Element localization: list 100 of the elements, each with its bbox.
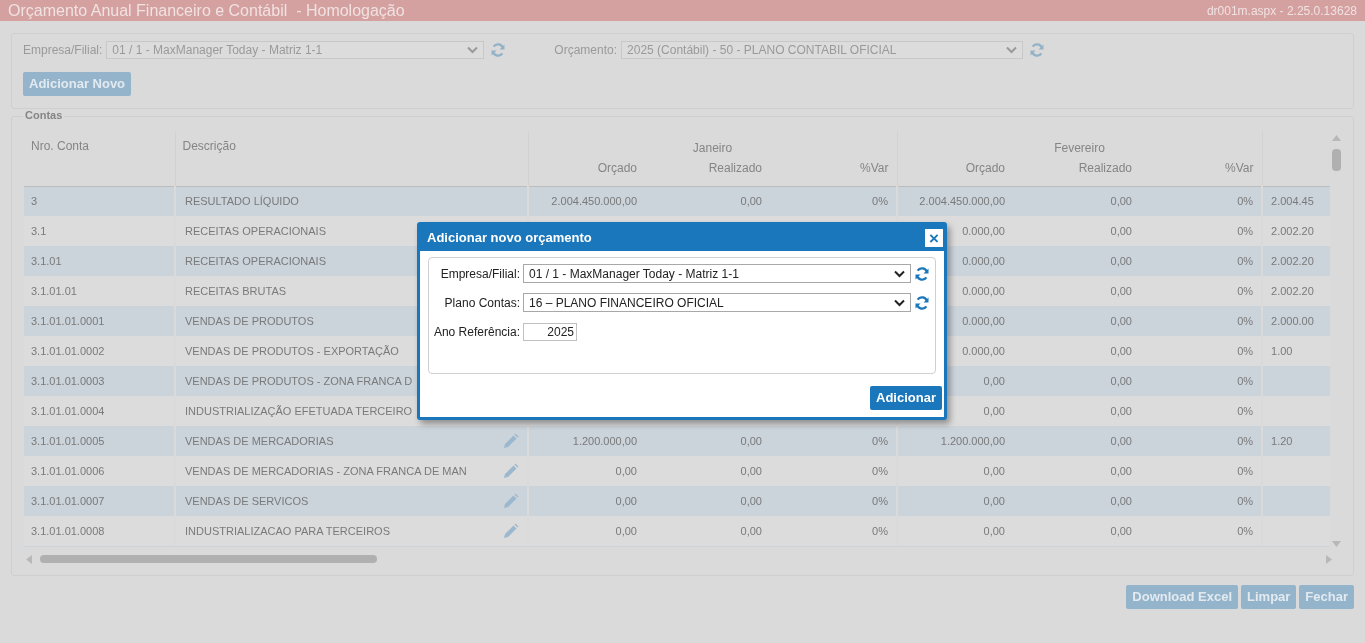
account-description: VENDAS DE PRODUTOS - ZONA FRANCA D (185, 373, 413, 389)
table-value: 0,00 (1110, 314, 1132, 327)
chevron-down-icon (1006, 46, 1018, 54)
dropdown[interactable]: 01 / 1 - MaxManager Today - Matriz 1-1 (523, 264, 911, 283)
account-number: 3.1.01.01.0006 (31, 464, 105, 477)
column-header: Orçado (965, 161, 1005, 175)
table-value: 0.000,00 (962, 284, 1005, 297)
pencil-icon[interactable] (502, 432, 519, 450)
table-value: 2.004.45 (1271, 195, 1314, 207)
table-value: 0.000,00 (962, 224, 1005, 237)
chevron-down-icon (894, 269, 905, 278)
table-value: 0% (1237, 344, 1254, 357)
footer-button[interactable]: Limpar (1241, 585, 1297, 609)
column-header: Realizado (1078, 161, 1132, 175)
table-value: 0% (872, 195, 888, 207)
account-number: 3.1.01.01.0005 (31, 434, 105, 447)
table-value: 0% (1237, 254, 1254, 267)
field-label: Empresa/Filial: (439, 265, 521, 283)
table-value: 0% (1237, 284, 1254, 297)
close-button[interactable]: × (925, 229, 943, 247)
chevron-down-icon (467, 46, 479, 54)
table-value: 0,00 (1110, 494, 1132, 507)
table-value: 1.20 (1271, 434, 1293, 447)
table-value: 0% (872, 464, 888, 477)
table-value: 2.002.20 (1271, 224, 1314, 237)
table-value: 0,00 (983, 374, 1005, 387)
pencil-icon[interactable] (502, 492, 519, 510)
horizontal-scrollbar[interactable] (26, 553, 1332, 565)
table-value: 0% (1237, 314, 1254, 327)
table-value: 0% (872, 434, 888, 447)
table-value: 0% (872, 524, 888, 537)
pencil-icon[interactable] (502, 522, 519, 540)
account-number: 3.1.01.01.0001 (31, 314, 105, 327)
account-description: RECEITAS BRUTAS (185, 283, 287, 299)
pencil-icon[interactable] (502, 462, 519, 480)
table-value: 0,00 (1110, 464, 1132, 477)
table-value: 0,00 (983, 404, 1005, 417)
add-new-button[interactable]: Adicionar Novo (23, 72, 132, 96)
account-number: 3.1.01.01.0002 (31, 344, 105, 357)
table-value: 0,00 (615, 524, 637, 537)
column-group-header: Janeiro (692, 140, 733, 155)
column-header: %Var (860, 161, 889, 175)
table-value: 2.002.20 (1271, 284, 1314, 297)
vertical-scrollbar[interactable] (1330, 135, 1342, 547)
table-value: 0,00 (983, 494, 1005, 507)
account-number: 3.1.01.01.0003 (31, 374, 105, 387)
account-description: RECEITAS OPERACIONAIS (185, 223, 326, 239)
account-description: VENDAS DE PRODUTOS - EXPORTAÇÃO (185, 343, 399, 359)
account-description: VENDAS DE MERCADORIAS (185, 433, 334, 449)
account-number: 3.1 (31, 224, 47, 237)
scroll-down-arrow-icon[interactable] (1331, 541, 1341, 547)
table-value: 0,00 (1110, 374, 1132, 387)
table-value: 0% (872, 494, 888, 507)
footer-button[interactable]: Download Excel (1126, 585, 1238, 609)
table-value: 0,00 (1110, 524, 1132, 537)
table-value: 2.000.00 (1271, 314, 1314, 327)
table-value: 0.000,00 (962, 314, 1005, 327)
table-value: 1.200.000,00 (572, 434, 637, 447)
field-label: Plano Contas: (443, 294, 521, 312)
refresh-icon[interactable] (914, 294, 930, 311)
field-label: Ano Referência: (432, 323, 521, 341)
table-value: 0,00 (1110, 404, 1132, 417)
table-value: 0,00 (740, 434, 762, 447)
table-value: 0,00 (740, 494, 762, 507)
scrollbar-thumb[interactable] (40, 555, 377, 563)
table-value: 0% (1237, 464, 1254, 477)
table-value: 0% (1237, 524, 1254, 537)
table-value: 0,00 (983, 464, 1005, 477)
account-description: INDUSTRIALIZACAO PARA TERCEIROS (185, 523, 390, 539)
refresh-icon[interactable] (914, 265, 930, 282)
table-value: 0% (1237, 224, 1254, 237)
column-group-header: Fevereiro (1054, 140, 1105, 155)
scroll-up-arrow-icon[interactable] (1331, 135, 1341, 141)
add-button[interactable]: Adicionar (870, 386, 942, 410)
filter-label: Orçamento: (554, 42, 618, 59)
account-number: 3.1.01.01 (31, 284, 77, 297)
column-header: Realizado (708, 161, 762, 175)
table-value: 0.000,00 (962, 344, 1005, 357)
scrollbar-thumb[interactable] (1331, 149, 1341, 171)
input-field[interactable]: 2025 (523, 322, 577, 341)
scroll-left-arrow-icon[interactable] (26, 554, 32, 564)
table-value: 0,00 (1110, 254, 1132, 267)
table-value: 0,00 (983, 524, 1005, 537)
table-value: 2.004.450.000,00 (551, 195, 637, 207)
table-value: 0,00 (1110, 195, 1132, 207)
account-description: VENDAS DE MERCADORIAS - ZONA FRANCA DE MAN (185, 463, 467, 479)
dropdown[interactable]: 16 – PLANO FINANCEIRO OFICIAL (523, 293, 911, 312)
account-number: 3.1.01.01.0008 (31, 524, 105, 537)
column-header: %Var (1225, 161, 1254, 175)
table-value: 0% (1237, 494, 1254, 507)
footer-button[interactable]: Fechar (1299, 585, 1354, 609)
table-value: 0% (1237, 404, 1254, 417)
dropdown[interactable]: 01 / 1 - MaxManager Today - Matriz 1-1 (106, 41, 485, 59)
table-value: 2.002.20 (1271, 254, 1314, 267)
table-value: 1.00 (1271, 344, 1293, 357)
table-value: 0,00 (740, 195, 762, 207)
dropdown[interactable]: 2025 (Contábil) - 50 - PLANO CONTABIL OFICIAL (621, 41, 1024, 59)
account-number: 3.1.01.01.0007 (31, 494, 105, 507)
table-value: 0,00 (740, 524, 762, 537)
scroll-right-arrow-icon[interactable] (1326, 554, 1332, 564)
